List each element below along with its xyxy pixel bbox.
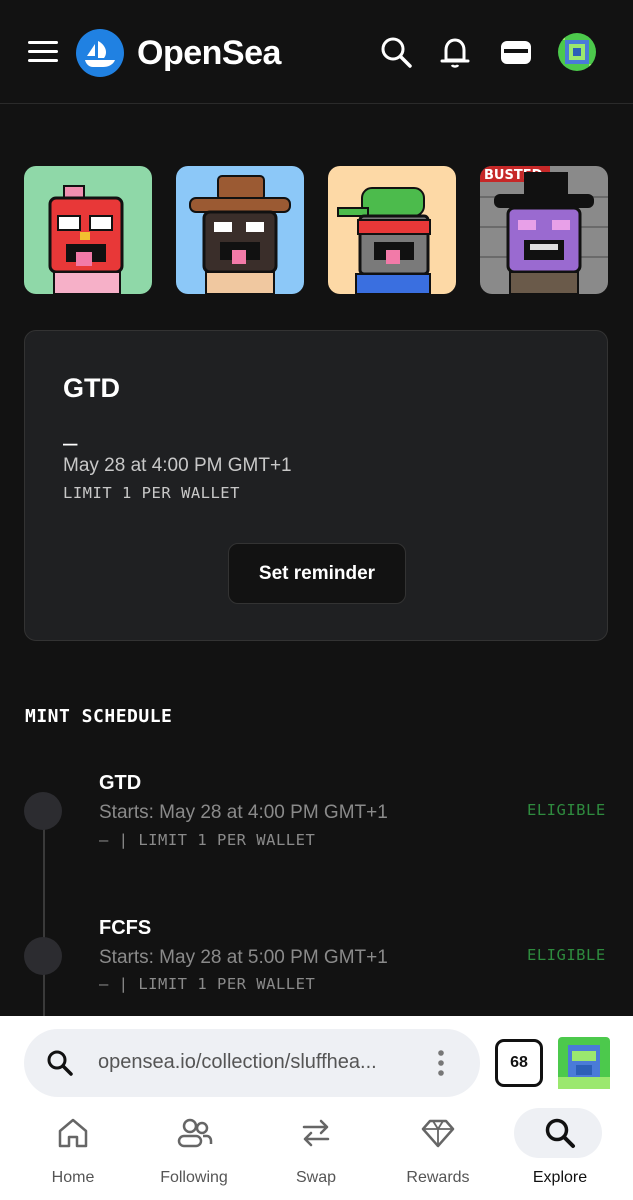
- tab-count-button[interactable]: 68: [495, 1039, 543, 1087]
- more-vert-icon[interactable]: [436, 1049, 446, 1077]
- people-icon: [177, 1118, 213, 1148]
- nav-label: Following: [160, 1169, 228, 1186]
- schedule-item-start: Starts: May 28 at 5:00 PM GMT+1: [99, 947, 388, 968]
- swap-icon: [302, 1119, 330, 1147]
- search-icon[interactable]: [378, 34, 414, 70]
- cowboy-bird-nft[interactable]: [176, 166, 304, 294]
- schedule-item-limit: – | LIMIT 1 PER WALLET: [99, 831, 316, 849]
- nav-rewards[interactable]: Rewards: [393, 1108, 483, 1196]
- opensea-logo-icon[interactable]: [76, 29, 124, 77]
- nft-thumbnail-row: BUSTED: [24, 166, 609, 296]
- schedule-item-start: Starts: May 28 at 4:00 PM GMT+1: [99, 802, 388, 823]
- schedule-item-title: FCFS: [99, 917, 152, 939]
- eligible-badge: ELIGIBLE: [527, 946, 606, 964]
- search-icon: [47, 1050, 73, 1076]
- nav-label: Swap: [295, 1169, 337, 1186]
- nav-swap[interactable]: Swap: [271, 1108, 361, 1196]
- bell-icon[interactable]: [437, 34, 473, 70]
- home-icon: [58, 1118, 88, 1148]
- diamond-icon: [421, 1119, 455, 1148]
- nav-label: Home: [51, 1169, 95, 1186]
- nav-label: Rewards: [406, 1169, 470, 1186]
- menu-icon[interactable]: [28, 41, 58, 63]
- nav-explore[interactable]: Explore: [514, 1108, 605, 1196]
- red-bird-nft[interactable]: [24, 166, 152, 294]
- green-cap-bird-nft[interactable]: [328, 166, 456, 294]
- stage-title: GTD: [63, 373, 120, 403]
- top-bar: OpenSea: [0, 0, 633, 104]
- timeline-dot: [24, 937, 62, 975]
- stage-date: May 28 at 4:00 PM GMT+1: [63, 455, 292, 476]
- stage-limit: LIMIT 1 PER WALLET: [63, 484, 240, 502]
- schedule-item-limit: – | LIMIT 1 PER WALLET: [99, 975, 316, 993]
- profile-avatar[interactable]: [557, 32, 597, 72]
- timeline-dot: [24, 792, 62, 830]
- mint-stage-card: GTD – May 28 at 4:00 PM GMT+1 LIMIT 1 PE…: [24, 330, 608, 641]
- stage-price: –: [63, 427, 78, 457]
- brand-name[interactable]: OpenSea: [137, 29, 281, 77]
- set-reminder-button[interactable]: Set reminder: [228, 543, 406, 604]
- nav-label: Explore: [532, 1169, 588, 1186]
- url-text[interactable]: opensea.io/collection/sluffhea...: [98, 1051, 418, 1074]
- address-bar[interactable]: opensea.io/collection/sluffhea...: [24, 1029, 480, 1097]
- schedule-item-title: GTD: [99, 772, 142, 794]
- eligible-badge: ELIGIBLE: [527, 801, 606, 819]
- timeline-line: [43, 810, 45, 1025]
- nav-home[interactable]: Home: [28, 1108, 118, 1196]
- nav-following[interactable]: Following: [149, 1108, 239, 1196]
- search-icon: [545, 1118, 575, 1148]
- wallet-icon[interactable]: [498, 34, 534, 70]
- browser-profile-avatar[interactable]: [558, 1037, 610, 1089]
- busted-purple-nft[interactable]: BUSTED: [480, 166, 608, 294]
- mint-schedule-heading: MINT SCHEDULE: [25, 706, 173, 727]
